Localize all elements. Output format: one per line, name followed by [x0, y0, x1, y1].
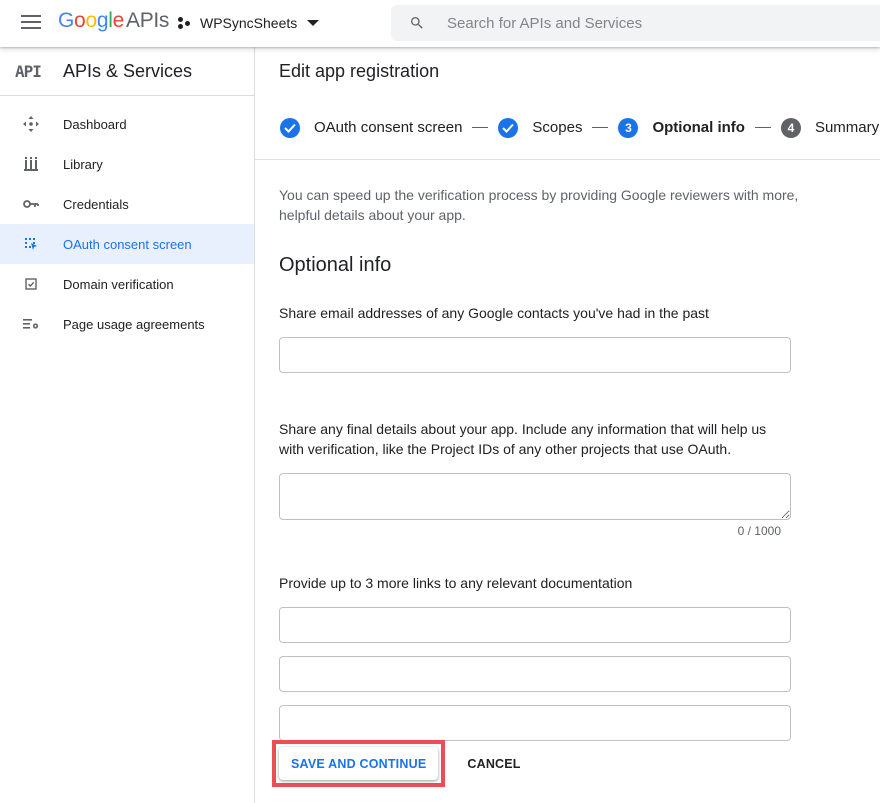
- sidebar-item-oauth-consent-screen[interactable]: OAuth consent screen: [0, 224, 254, 264]
- consent-icon: [22, 235, 40, 253]
- sidebar-item-domain-verification[interactable]: Domain verification: [0, 264, 254, 304]
- save-button-highlight: SAVE AND CONTINUE: [272, 740, 446, 787]
- dashboard-icon: [22, 115, 40, 133]
- top-app-bar: GoogleAPIs WPSyncSheets: [0, 0, 880, 47]
- sidebar: API APIs & Services Dashboard Library Cr…: [0, 47, 255, 803]
- check-icon: [498, 117, 519, 138]
- cancel-button[interactable]: CANCEL: [459, 747, 528, 780]
- caret-down-icon: [307, 20, 320, 26]
- step-number: 3: [618, 117, 639, 138]
- search-icon: [411, 17, 423, 29]
- step-divider: [592, 127, 609, 128]
- save-and-continue-button[interactable]: SAVE AND CONTINUE: [279, 747, 439, 780]
- step-divider: [754, 127, 771, 128]
- menu-icon[interactable]: [21, 14, 41, 30]
- link-input-2[interactable]: [279, 656, 791, 692]
- sidebar-item-label: Credentials: [63, 196, 129, 212]
- api-mark-icon: API: [15, 61, 42, 81]
- checkbox-icon: [22, 275, 40, 293]
- key-icon: [22, 195, 40, 213]
- sidebar-header: API APIs & Services: [0, 47, 254, 96]
- details-label: Share any final details about your app. …: [279, 421, 767, 457]
- library-icon: [22, 155, 40, 173]
- google-apis-logo[interactable]: GoogleAPIs: [58, 9, 169, 33]
- details-textarea[interactable]: [279, 473, 791, 520]
- character-counter: 0 / 1000: [737, 524, 781, 538]
- sidebar-item-dashboard[interactable]: Dashboard: [0, 104, 254, 144]
- sidebar-item-label: Dashboard: [63, 116, 127, 132]
- links-label: Provide up to 3 more links to any releva…: [279, 575, 633, 591]
- intro-text: You can speed up the verification proces…: [279, 187, 799, 223]
- sidebar-item-label: Domain verification: [63, 276, 174, 292]
- step-scopes[interactable]: Scopes: [498, 117, 583, 138]
- step-divider: [472, 127, 489, 128]
- search-input[interactable]: [447, 5, 867, 41]
- project-icon: [178, 16, 192, 30]
- step-label: Optional info: [652, 119, 745, 136]
- settings-list-icon: [22, 315, 40, 333]
- sidebar-item-library[interactable]: Library: [0, 144, 254, 184]
- section-title: Optional info: [279, 254, 392, 276]
- sidebar-item-credentials[interactable]: Credentials: [0, 184, 254, 224]
- step-summary[interactable]: 4 Summary: [780, 117, 880, 138]
- sidebar-item-label: OAuth consent screen: [63, 236, 192, 252]
- sidebar-item-label: Page usage agreements: [63, 316, 205, 332]
- main-content: Edit app registration OAuth consent scre…: [255, 47, 880, 803]
- sidebar-item-label: Library: [63, 156, 103, 172]
- stepper: OAuth consent screen Scopes 3 Optional i…: [255, 96, 880, 160]
- step-label: Scopes: [532, 119, 583, 136]
- step-label: Summary: [814, 119, 880, 136]
- sidebar-nav: Dashboard Library Credentials OAuth cons…: [0, 96, 254, 344]
- link-input-3[interactable]: [279, 705, 791, 741]
- link-input-1[interactable]: [279, 607, 791, 643]
- contacts-input[interactable]: [279, 337, 791, 373]
- step-label: OAuth consent screen: [314, 119, 463, 136]
- step-optional-info[interactable]: 3 Optional info: [618, 117, 745, 138]
- sidebar-item-page-usage-agreements[interactable]: Page usage agreements: [0, 304, 254, 344]
- step-number: 4: [780, 117, 801, 138]
- project-selector[interactable]: WPSyncSheets: [178, 13, 320, 33]
- step-oauth-consent-screen[interactable]: OAuth consent screen: [280, 117, 463, 138]
- search-bar[interactable]: [391, 5, 880, 41]
- project-name: WPSyncSheets: [200, 15, 298, 31]
- form-actions: SAVE AND CONTINUE CANCEL: [272, 740, 529, 787]
- check-icon: [280, 117, 300, 138]
- form-content: You can speed up the verification proces…: [255, 185, 880, 741]
- sidebar-title[interactable]: APIs & Services: [63, 61, 192, 82]
- contacts-label: Share email addresses of any Google cont…: [279, 305, 709, 321]
- page-title: Edit app registration: [279, 61, 440, 81]
